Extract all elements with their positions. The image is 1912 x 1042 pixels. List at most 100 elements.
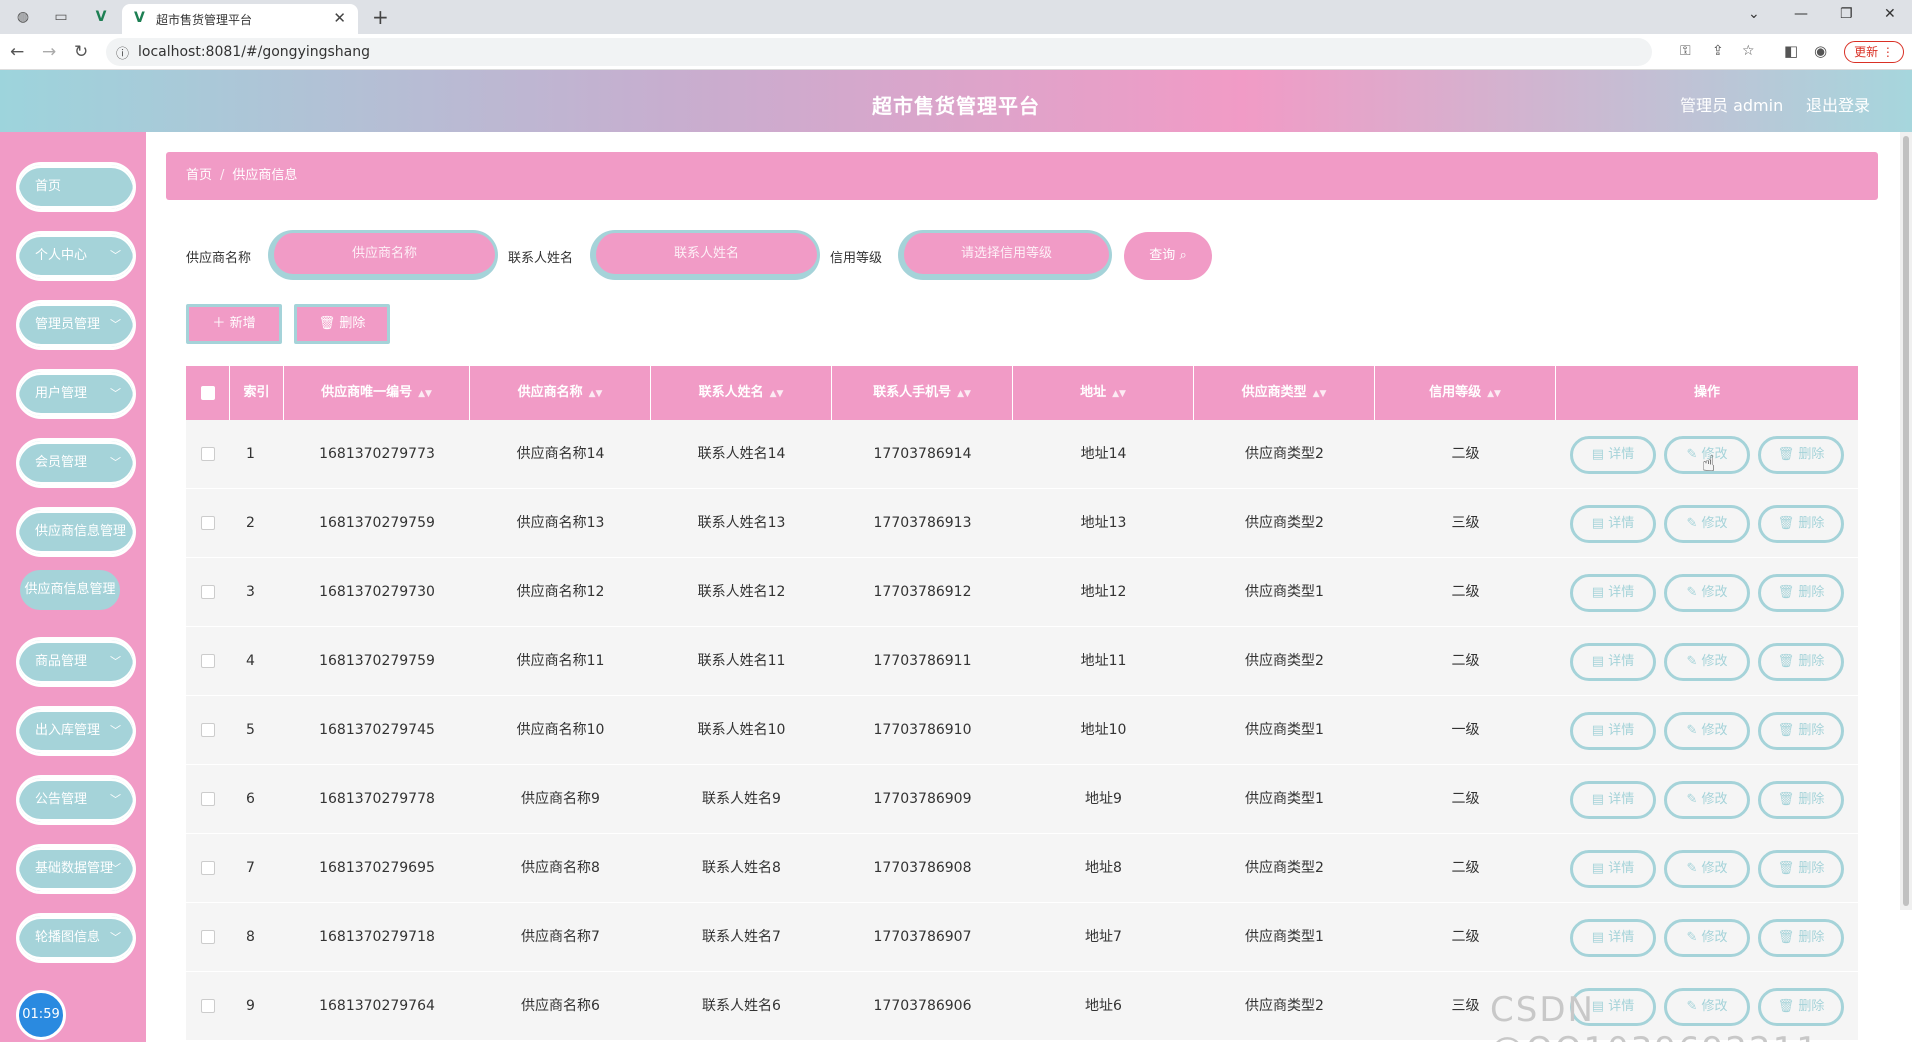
- scrollbar-thumb[interactable]: [1903, 136, 1909, 906]
- edit-button[interactable]: ✎ 修改: [1664, 574, 1750, 612]
- edit-button[interactable]: ✎ 修改: [1664, 781, 1750, 819]
- row-delete-button[interactable]: 🗑 删除: [1758, 643, 1844, 681]
- credit-level-select[interactable]: [898, 230, 1112, 280]
- col-name[interactable]: 供应商名称 ▲▼: [470, 366, 651, 420]
- sidebar-item-basedata[interactable]: 基础数据管理 ﹀: [16, 844, 136, 894]
- col-type[interactable]: 供应商类型 ▲▼: [1194, 366, 1375, 420]
- row-delete-button[interactable]: 🗑 删除: [1758, 781, 1844, 819]
- browser-tab-active[interactable]: V 超市售货管理平台 ✕: [122, 4, 358, 34]
- row-checkbox[interactable]: [201, 723, 215, 737]
- share-icon[interactable]: ⇪: [1712, 43, 1724, 59]
- detail-button[interactable]: ▤ 详情: [1570, 574, 1656, 612]
- add-button[interactable]: ＋ 新增: [186, 304, 282, 344]
- row-delete-button[interactable]: 🗑 删除: [1758, 919, 1844, 957]
- tab-icon[interactable]: ▭: [52, 8, 70, 26]
- edit-button[interactable]: ✎ 修改: [1664, 643, 1750, 681]
- detail-button[interactable]: ▤ 详情: [1570, 712, 1656, 750]
- sidebar-item-profile[interactable]: 个人中心 ﹀: [16, 231, 136, 281]
- detail-button[interactable]: ▤ 详情: [1570, 781, 1656, 819]
- row-checkbox[interactable]: [201, 999, 215, 1013]
- sidebar-item-notice[interactable]: 公告管理 ﹀: [16, 775, 136, 825]
- col-phone[interactable]: 联系人手机号 ▲▼: [832, 366, 1013, 420]
- vue-icon[interactable]: V: [92, 8, 110, 26]
- sidebar-item-supplier[interactable]: 供应商信息管理: [16, 507, 136, 557]
- col-address[interactable]: 地址 ▲▼: [1013, 366, 1194, 420]
- table-row[interactable]: 7 1681370279695 供应商名称8 联系人姓名8 17703786908 地址8…: [186, 834, 1858, 903]
- select-all-cell[interactable]: [186, 366, 230, 420]
- sort-icon[interactable]: ▲▼: [1487, 389, 1501, 399]
- table-row[interactable]: 1 1681370279773 供应商名称14 联系人姓名14 17703786914 地…: [186, 420, 1858, 489]
- sidebar-item-stock[interactable]: 出入库管理 ﹀: [16, 706, 136, 756]
- table-row[interactable]: 8 1681370279718 供应商名称7 联系人姓名7 17703786907 地址7…: [186, 903, 1858, 972]
- edit-button[interactable]: ✎ 修改: [1664, 712, 1750, 750]
- row-delete-button[interactable]: 🗑 删除: [1758, 436, 1844, 474]
- table-row[interactable]: 2 1681370279759 供应商名称13 联系人姓名13 17703786913 地…: [186, 489, 1858, 558]
- row-select-cell[interactable]: [186, 765, 230, 833]
- forward-icon[interactable]: →: [42, 42, 56, 62]
- breadcrumb-home[interactable]: 首页: [186, 168, 212, 183]
- url-text[interactable]: localhost:8081/#/gongyingshang: [138, 44, 370, 60]
- edit-button[interactable]: ✎ 修改: [1664, 850, 1750, 888]
- table-row[interactable]: 5 1681370279745 供应商名称10 联系人姓名10 17703786910 地…: [186, 696, 1858, 765]
- row-select-cell[interactable]: [186, 903, 230, 971]
- page-scrollbar[interactable]: [1900, 132, 1912, 910]
- sidebar-item-home[interactable]: 首页: [16, 162, 136, 212]
- edit-button[interactable]: ✎ 修改: [1664, 505, 1750, 543]
- sidebar-subitem-supplier[interactable]: 供应商信息管理: [20, 570, 120, 610]
- url-box[interactable]: ⓘ localhost:8081/#/gongyingshang ⚿ ⇪ ☆: [106, 38, 1755, 66]
- row-delete-button[interactable]: 🗑 删除: [1758, 574, 1844, 612]
- back-icon[interactable]: ←: [10, 42, 24, 62]
- edit-button[interactable]: ✎ 修改: [1664, 919, 1750, 957]
- logout-link[interactable]: 退出登录: [1806, 92, 1870, 116]
- sidebar-item-users[interactable]: 用户管理 ﹀: [16, 369, 136, 419]
- detail-button[interactable]: ▤ 详情: [1570, 436, 1656, 474]
- reload-icon[interactable]: ↻: [74, 42, 88, 62]
- globe-icon[interactable]: ◍: [14, 8, 32, 26]
- detail-button[interactable]: ▤ 详情: [1570, 643, 1656, 681]
- row-select-cell[interactable]: [186, 627, 230, 695]
- sort-icon[interactable]: ▲▼: [1112, 389, 1126, 399]
- select-all-checkbox[interactable]: [200, 385, 215, 400]
- row-select-cell[interactable]: [186, 972, 230, 1040]
- row-delete-button[interactable]: 🗑 删除: [1758, 505, 1844, 543]
- detail-button[interactable]: ▤ 详情: [1570, 919, 1656, 957]
- sort-icon[interactable]: ▲▼: [770, 389, 784, 399]
- sort-icon[interactable]: ▲▼: [1313, 389, 1327, 399]
- row-select-cell[interactable]: [186, 558, 230, 626]
- row-checkbox[interactable]: [201, 654, 215, 668]
- row-checkbox[interactable]: [201, 861, 215, 875]
- row-checkbox[interactable]: [201, 585, 215, 599]
- col-credit[interactable]: 信用等级 ▲▼: [1375, 366, 1556, 420]
- query-button[interactable]: 查询 ⌕: [1124, 232, 1212, 280]
- restore-icon[interactable]: ❐: [1840, 6, 1853, 22]
- key-icon[interactable]: ⚿: [1680, 43, 1691, 59]
- profile-icon[interactable]: ◉: [1814, 42, 1827, 60]
- bulk-delete-button[interactable]: 🗑 删除: [294, 304, 390, 344]
- tab-search-chevron-icon[interactable]: ⌄: [1748, 6, 1760, 22]
- table-row[interactable]: 6 1681370279778 供应商名称9 联系人姓名9 17703786909 地址9…: [186, 765, 1858, 834]
- row-select-cell[interactable]: [186, 420, 230, 488]
- bookmark-star-icon[interactable]: ☆: [1742, 43, 1755, 59]
- sort-icon[interactable]: ▲▼: [589, 389, 603, 399]
- new-tab-icon[interactable]: +: [372, 5, 389, 29]
- row-delete-button[interactable]: 🗑 删除: [1758, 850, 1844, 888]
- sidebar-item-members[interactable]: 会员管理 ﹀: [16, 438, 136, 488]
- sidepanel-icon[interactable]: ◧: [1784, 42, 1798, 60]
- row-checkbox[interactable]: [201, 930, 215, 944]
- sidebar-item-goods[interactable]: 商品管理 ﹀: [16, 637, 136, 687]
- sort-icon[interactable]: ▲▼: [957, 389, 971, 399]
- sort-icon[interactable]: ▲▼: [418, 389, 432, 399]
- info-icon[interactable]: ⓘ: [116, 43, 129, 62]
- contact-name-input[interactable]: [590, 230, 820, 280]
- sidebar-item-admin[interactable]: 管理员管理 ﹀: [16, 300, 136, 350]
- window-close-icon[interactable]: ✕: [1884, 6, 1896, 22]
- table-row[interactable]: 3 1681370279730 供应商名称12 联系人姓名12 17703786912 地…: [186, 558, 1858, 627]
- table-row[interactable]: 4 1681370279759 供应商名称11 联系人姓名11 17703786911 地…: [186, 627, 1858, 696]
- row-select-cell[interactable]: [186, 696, 230, 764]
- col-contact[interactable]: 联系人姓名 ▲▼: [651, 366, 832, 420]
- row-select-cell[interactable]: [186, 489, 230, 557]
- update-button[interactable]: 更新 ⋮: [1844, 41, 1904, 63]
- minimize-icon[interactable]: —: [1794, 6, 1808, 22]
- tab-close-icon[interactable]: ✕: [333, 9, 346, 27]
- row-select-cell[interactable]: [186, 834, 230, 902]
